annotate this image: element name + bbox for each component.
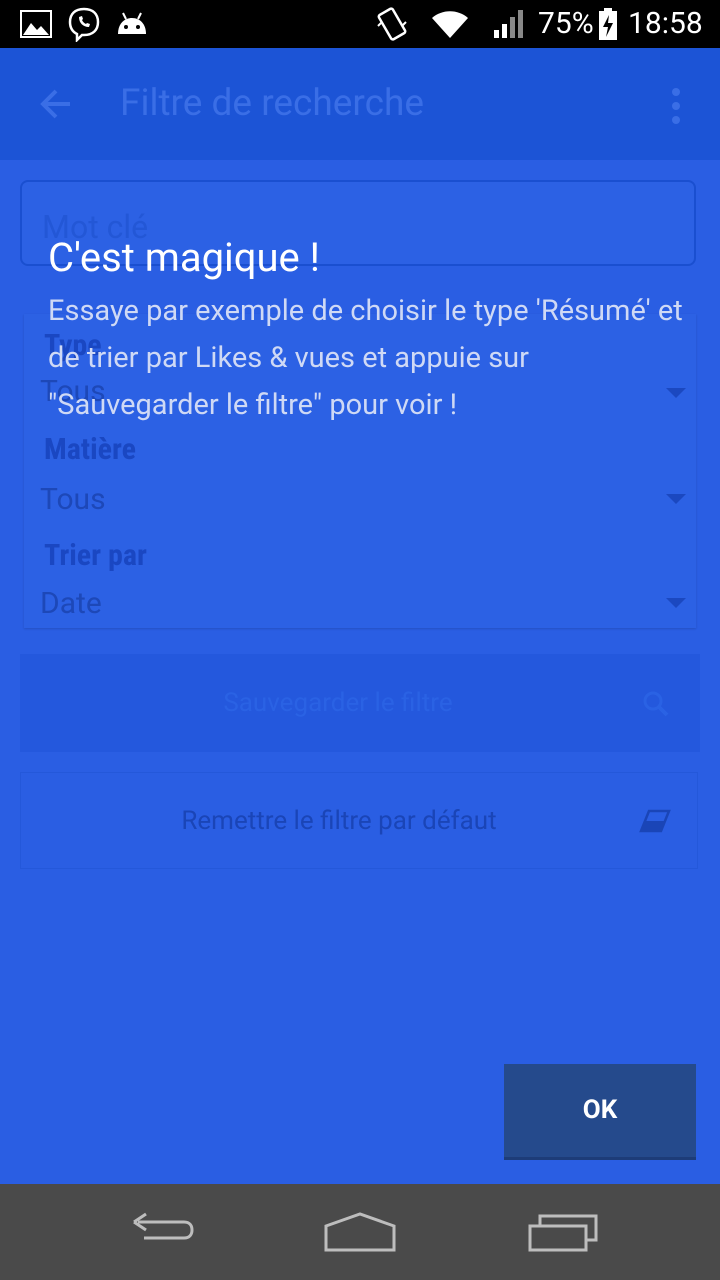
android-icon <box>114 0 150 48</box>
eraser-icon <box>639 809 671 837</box>
clock: 18:58 <box>628 6 703 41</box>
battery-percent: 75% <box>538 6 594 41</box>
battery-charging-icon <box>597 0 619 48</box>
chevron-down-icon <box>666 494 686 504</box>
viber-icon <box>66 0 102 48</box>
save-filter-label: Sauvegarder le filtre <box>223 688 453 718</box>
subject-select[interactable]: Tous <box>40 482 106 517</box>
app-bar: Filtre de recherche <box>0 48 720 160</box>
ok-button[interactable]: OK <box>504 1064 696 1160</box>
reset-filter-button[interactable]: Remettre le filtre par défaut <box>20 772 698 869</box>
reset-filter-label: Remettre le filtre par défaut <box>181 806 497 836</box>
gallery-icon <box>20 0 52 48</box>
subject-label: Matière <box>44 432 137 467</box>
overflow-menu-icon[interactable] <box>664 86 688 126</box>
home-nav-icon[interactable] <box>322 1208 398 1256</box>
page-title: Filtre de recherche <box>120 82 424 125</box>
wifi-icon <box>430 0 470 48</box>
chevron-down-icon <box>666 598 686 608</box>
save-filter-button[interactable]: Sauvegarder le filtre <box>20 654 700 752</box>
back-nav-icon[interactable] <box>124 1208 196 1256</box>
arrow-back-icon[interactable] <box>36 84 76 124</box>
sort-label: Trier par <box>44 538 147 573</box>
status-bar: 75% 18:58 <box>0 0 720 48</box>
signal-icon <box>492 0 524 48</box>
sort-select[interactable]: Date <box>40 586 102 621</box>
tip-title: C'est magique ! <box>48 234 320 281</box>
search-icon <box>642 690 670 722</box>
recents-nav-icon[interactable] <box>526 1208 600 1256</box>
tip-body: Essaye par exemple de choisir le type 'R… <box>48 294 683 422</box>
navigation-bar <box>0 1184 720 1280</box>
vibrate-icon <box>376 0 408 48</box>
